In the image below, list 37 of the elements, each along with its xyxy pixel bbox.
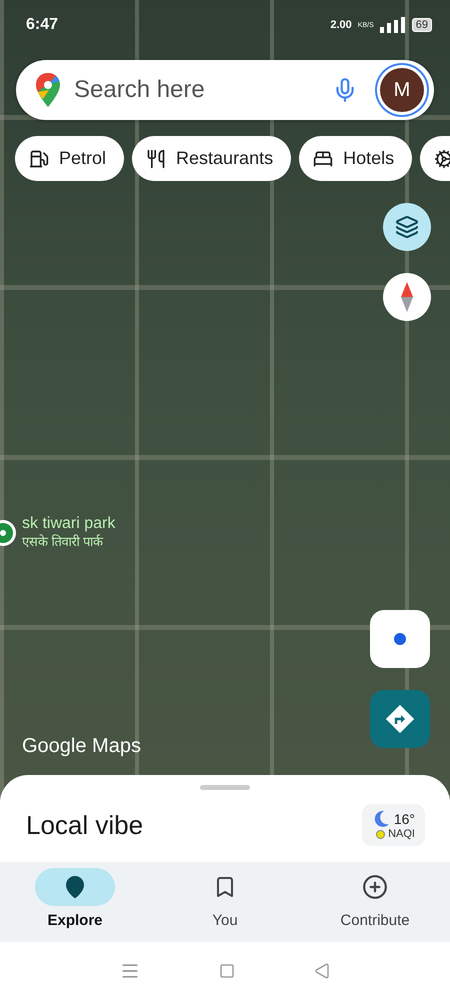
network-speed: 2.00 [330,19,352,31]
sheet-title: Local vibe [26,810,144,840]
directions-button[interactable] [370,690,430,748]
location-dot-icon [393,632,407,646]
category-chip[interactable]: Petrol [15,136,124,181]
air-quality-dot [376,830,386,838]
place-label[interactable]: sk tiwari park [22,515,116,533]
nav-tab[interactable]: Contribute [300,862,450,942]
signal-icon [380,17,406,33]
layers-button[interactable] [383,203,431,251]
compass-button[interactable] [383,273,431,321]
my-location-button[interactable] [370,610,430,668]
map-pin-logo-icon [36,73,60,107]
temperature: 16° [394,811,415,827]
layers-icon [395,215,419,239]
plus-circle-icon [362,874,388,900]
category-chip[interactable]: Restaurants [132,136,292,181]
profile-avatar[interactable]: M [380,68,424,112]
category-chip[interactable]: Hotels [299,136,412,181]
nav-tab[interactable]: Explore [0,862,150,942]
back-icon[interactable] [314,963,330,979]
cog-icon [434,148,450,168]
place-label-local[interactable]: एसके तिवारी पार्क [22,533,116,551]
map-pin-icon [63,875,87,899]
search-field[interactable]: Search here M [16,60,434,120]
drag-handle[interactable] [200,785,250,790]
air-quality-label: NAQI [388,828,415,840]
bed-icon [313,148,334,168]
nav-tab[interactable]: You [150,862,300,942]
fuel-pump-icon [29,148,49,168]
home-icon[interactable] [218,963,235,979]
fork-knife-icon [146,148,166,168]
battery-level: 69 [412,18,432,32]
status-time: 6:47 [26,16,60,34]
compass-needle-icon [400,282,414,312]
map-logo-text: Google Maps [22,735,141,758]
weather-badge[interactable]: 16° NAQI [362,804,425,846]
